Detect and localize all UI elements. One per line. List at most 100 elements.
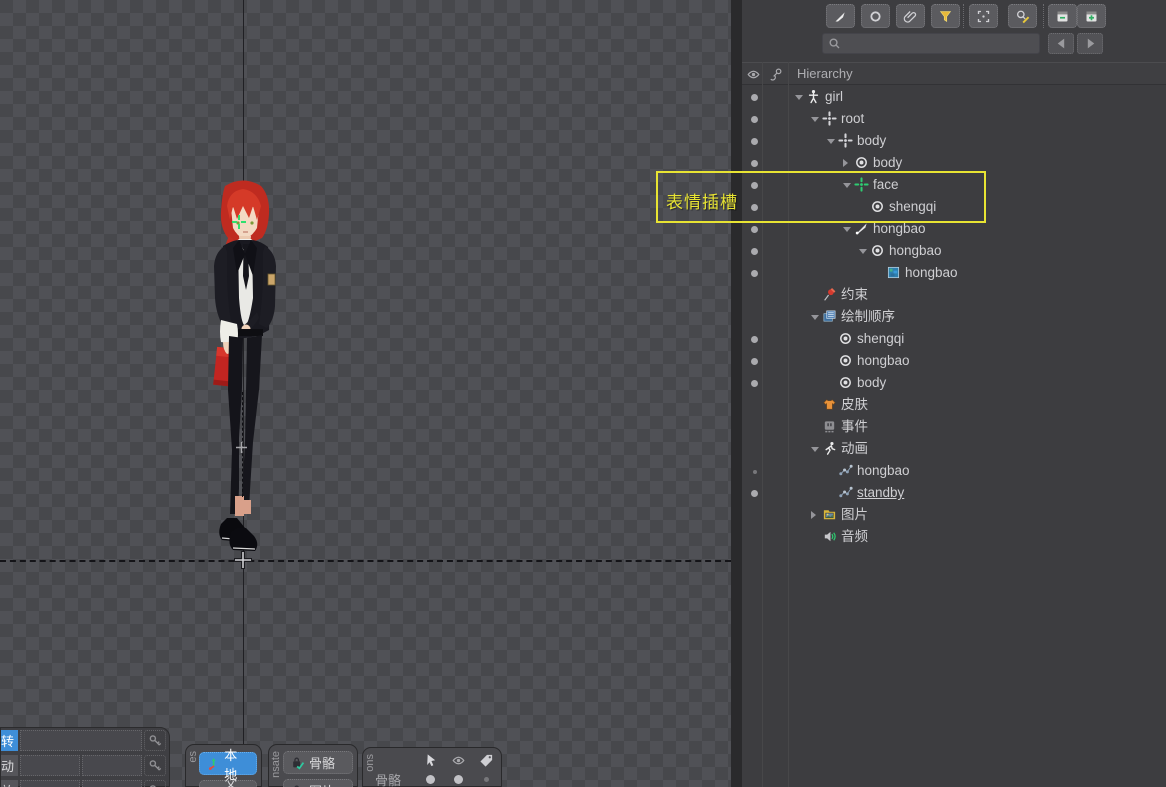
expand-all-button[interactable] (1077, 4, 1106, 28)
tree-row-standby[interactable]: standby (742, 482, 1166, 504)
search-edit-button[interactable] (1008, 4, 1037, 28)
tree-label: hongbao (857, 350, 910, 372)
tree-label: hongbao (905, 262, 958, 284)
visibility-dot[interactable] (751, 336, 758, 343)
create-tool-button[interactable] (826, 4, 855, 28)
visibility-dot[interactable] (751, 116, 758, 123)
search-input[interactable] (842, 36, 1026, 52)
transform-value-field[interactable] (82, 780, 142, 787)
panel-splitter[interactable] (731, 0, 742, 787)
face-bone-marker[interactable] (232, 215, 246, 229)
父级-button[interactable]: 父级 (199, 780, 257, 787)
tree-row-图片[interactable]: 图片 (742, 504, 1166, 526)
options-radio-solid[interactable] (426, 775, 435, 784)
tree-row-body[interactable]: body (742, 372, 1166, 394)
tree-row-绘制顺序[interactable]: 绘制顺序 (742, 306, 1166, 328)
visibility-dot[interactable] (751, 490, 758, 497)
transform-row-label[interactable]: 放 (1, 780, 18, 787)
骨骼-button[interactable]: 骨骼 (283, 751, 353, 774)
collapse-all-button[interactable] (1048, 4, 1077, 28)
transform-row-2: 放 (1, 779, 169, 787)
nav-prev-button[interactable] (1048, 33, 1074, 54)
tree-row-shengqi[interactable]: shengqi (742, 328, 1166, 350)
hierarchy-header: Hierarchy (742, 62, 1166, 85)
attach-tool-button[interactable] (896, 4, 925, 28)
transform-row-label[interactable]: 动 (1, 755, 18, 776)
search-icon (827, 36, 842, 51)
viewport-canvas[interactable] (0, 0, 731, 787)
keyframe-button[interactable] (144, 780, 166, 787)
tree-row-动画[interactable]: 动画 (742, 438, 1166, 460)
lock-images-icon (291, 784, 305, 787)
expand-expand-arrow[interactable] (843, 159, 852, 167)
transform-row-label[interactable]: 转 (1, 730, 18, 751)
toolbar-divider (1043, 4, 1044, 28)
visibility-dot[interactable] (751, 138, 758, 145)
button-label: 骨骼 (309, 753, 335, 772)
key-icon (148, 758, 163, 773)
origin-marker[interactable] (234, 551, 252, 569)
tree-row-约束[interactable]: 约束 (742, 284, 1166, 306)
tree-row-hongbao[interactable]: hongbao (742, 262, 1166, 284)
expand-collapse-arrow[interactable] (859, 249, 867, 258)
character-girl[interactable] (193, 178, 297, 564)
nav-next-button[interactable] (1077, 33, 1103, 54)
bone-marker[interactable] (236, 442, 247, 453)
expand-collapse-arrow[interactable] (811, 447, 819, 456)
runner-icon (822, 441, 837, 456)
center-view-button[interactable] (969, 4, 998, 28)
visibility-dot[interactable] (751, 248, 758, 255)
options-toolbar: ons 骨骼 (362, 747, 502, 787)
visibility-dot[interactable] (751, 94, 758, 101)
eye-column-icon[interactable] (451, 753, 466, 768)
filter-button[interactable] (931, 4, 960, 28)
tree-row-皮肤[interactable]: 皮肤 (742, 394, 1166, 416)
visibility-dot[interactable] (751, 358, 758, 365)
tag-column-icon[interactable] (479, 753, 494, 768)
tree-row-事件[interactable]: 事件 (742, 416, 1166, 438)
expand-expand-arrow[interactable] (811, 511, 820, 519)
visibility-dot[interactable] (753, 470, 757, 474)
keyframe-button[interactable] (144, 730, 166, 751)
expand-collapse-arrow[interactable] (843, 227, 851, 236)
options-radio-dim[interactable] (484, 777, 489, 782)
tree-label: 图片 (841, 504, 868, 526)
expand-collapse-arrow[interactable] (827, 139, 835, 148)
options-radio-solid[interactable] (454, 775, 463, 784)
tree-row-hongbao[interactable]: hongbao (742, 460, 1166, 482)
expand-collapse-arrow[interactable] (811, 315, 819, 324)
visibility-dot[interactable] (751, 270, 758, 277)
expand-collapse-arrow[interactable] (795, 95, 803, 104)
tree-label: 约束 (841, 284, 868, 306)
button-label: 父级 (224, 773, 249, 787)
eye-icon[interactable] (746, 67, 761, 82)
cursor-column-icon[interactable] (423, 753, 438, 768)
transform-value-field[interactable] (82, 755, 142, 776)
key-icon (148, 783, 163, 787)
visibility-dot[interactable] (751, 226, 758, 233)
图片-button[interactable]: 图片 (283, 779, 353, 787)
circle-tool-button[interactable] (861, 4, 890, 28)
transform-value-field[interactable] (20, 730, 142, 751)
transform-value-field[interactable] (20, 755, 80, 776)
arrow-left-icon (1054, 36, 1069, 51)
lock-bones-icon (291, 756, 305, 770)
keyframe-button[interactable] (144, 755, 166, 776)
search-box[interactable] (822, 33, 1040, 54)
collapse-all-icon (1055, 9, 1070, 24)
expand-collapse-arrow[interactable] (811, 117, 819, 126)
visibility-dot[interactable] (751, 380, 758, 387)
tree-label: 事件 (841, 416, 868, 438)
tree-row-音频[interactable]: 音频 (742, 526, 1166, 548)
tree-row-body[interactable]: body (742, 130, 1166, 152)
tree-row-girl[interactable]: girl (742, 86, 1166, 108)
visibility-dot[interactable] (751, 160, 758, 167)
tree-row-root[interactable]: root (742, 108, 1166, 130)
tree-row-hongbao[interactable]: hongbao (742, 240, 1166, 262)
tree-label: hongbao (889, 240, 942, 262)
tree-row-hongbao[interactable]: hongbao (742, 350, 1166, 372)
tree-label: 皮肤 (841, 394, 868, 416)
transform-value-field[interactable] (20, 780, 80, 787)
link-icon[interactable] (768, 67, 783, 82)
draw-order-icon (822, 309, 837, 324)
